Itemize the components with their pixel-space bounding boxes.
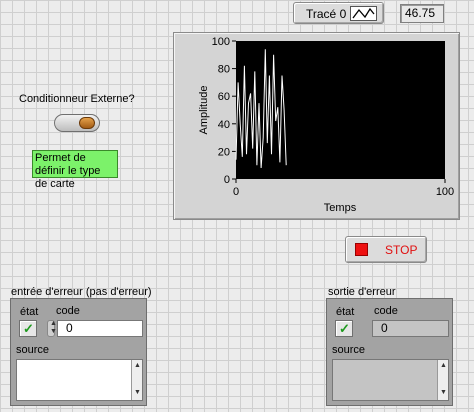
scroll-down-icon[interactable]: ▼ bbox=[440, 389, 447, 396]
error-out-code-field: 0 bbox=[372, 320, 449, 337]
note-label: Permet de définir le type de carte bbox=[32, 150, 118, 190]
y-tick-label: 60 bbox=[218, 91, 230, 103]
error-in-status-label: état bbox=[20, 306, 39, 318]
x-tick-label: 100 bbox=[436, 186, 454, 198]
y-tick-label: 100 bbox=[212, 36, 230, 48]
chart-canvas: 0 20 40 60 80 100 0 100 Amplitude Temps bbox=[198, 36, 454, 214]
scroll-up-icon[interactable]: ▲ bbox=[134, 362, 141, 369]
error-out-code-label: code bbox=[374, 305, 398, 317]
check-icon: ✓ bbox=[23, 321, 34, 336]
plot-legend[interactable]: Tracé 0 bbox=[293, 2, 384, 24]
scroll-down-icon[interactable]: ▼ bbox=[134, 389, 141, 396]
error-in-code-field[interactable]: 0 bbox=[57, 320, 143, 337]
error-out-source-label: source bbox=[332, 344, 366, 356]
x-axis-label: Temps bbox=[324, 202, 357, 214]
plot-area bbox=[236, 41, 445, 179]
error-in-code-stepper[interactable]: ▲ ▼ bbox=[47, 320, 57, 337]
stop-button[interactable]: STOP bbox=[345, 236, 427, 263]
error-out-cluster: état code ✓ 0 source ▲ ▼ bbox=[326, 298, 453, 406]
error-out-status-indicator: ✓ bbox=[335, 320, 353, 337]
scroll-up-icon[interactable]: ▲ bbox=[440, 362, 447, 369]
check-icon: ✓ bbox=[339, 321, 350, 336]
line-plot-icon[interactable] bbox=[350, 6, 377, 21]
y-tick-label: 0 bbox=[224, 174, 230, 186]
y-tick-label: 40 bbox=[218, 119, 230, 131]
stop-square-icon bbox=[355, 243, 368, 256]
x-tick-label: 0 bbox=[233, 186, 239, 198]
error-in-status-checkbox[interactable]: ✓ bbox=[19, 320, 37, 337]
y-tick-label: 20 bbox=[218, 146, 230, 158]
error-out-source-field: ▲ ▼ bbox=[332, 359, 449, 401]
stop-button-label: STOP bbox=[385, 243, 418, 257]
error-in-source-scrollbar[interactable]: ▲ ▼ bbox=[131, 360, 142, 400]
value-indicator: 46.75 bbox=[400, 4, 444, 23]
y-tick-label: 80 bbox=[218, 64, 230, 76]
error-out-source-scrollbar[interactable]: ▲ ▼ bbox=[437, 360, 448, 400]
error-out-title: sortie d'erreur bbox=[328, 286, 396, 298]
toggle-knob bbox=[79, 117, 95, 129]
decrement-arrow-icon: ▼ bbox=[50, 328, 57, 335]
conditionneur-label: Conditionneur Externe? bbox=[19, 93, 135, 105]
error-in-title: entrée d'erreur (pas d'erreur) bbox=[11, 286, 152, 298]
error-out-status-label: état bbox=[336, 306, 355, 318]
plot-legend-label: Tracé 0 bbox=[306, 7, 347, 21]
y-axis-label: Amplitude bbox=[198, 86, 210, 135]
error-in-source-field[interactable]: ▲ ▼ bbox=[16, 359, 143, 401]
waveform-chart: 0 20 40 60 80 100 0 100 Amplitude Temps bbox=[173, 32, 460, 220]
conditionneur-toggle[interactable] bbox=[54, 114, 100, 132]
error-in-cluster: état code ✓ ▲ ▼ 0 source ▲ ▼ bbox=[10, 298, 147, 406]
error-in-source-label: source bbox=[16, 344, 50, 356]
increment-arrow-icon: ▲ bbox=[50, 320, 57, 327]
error-in-code-label: code bbox=[56, 305, 80, 317]
